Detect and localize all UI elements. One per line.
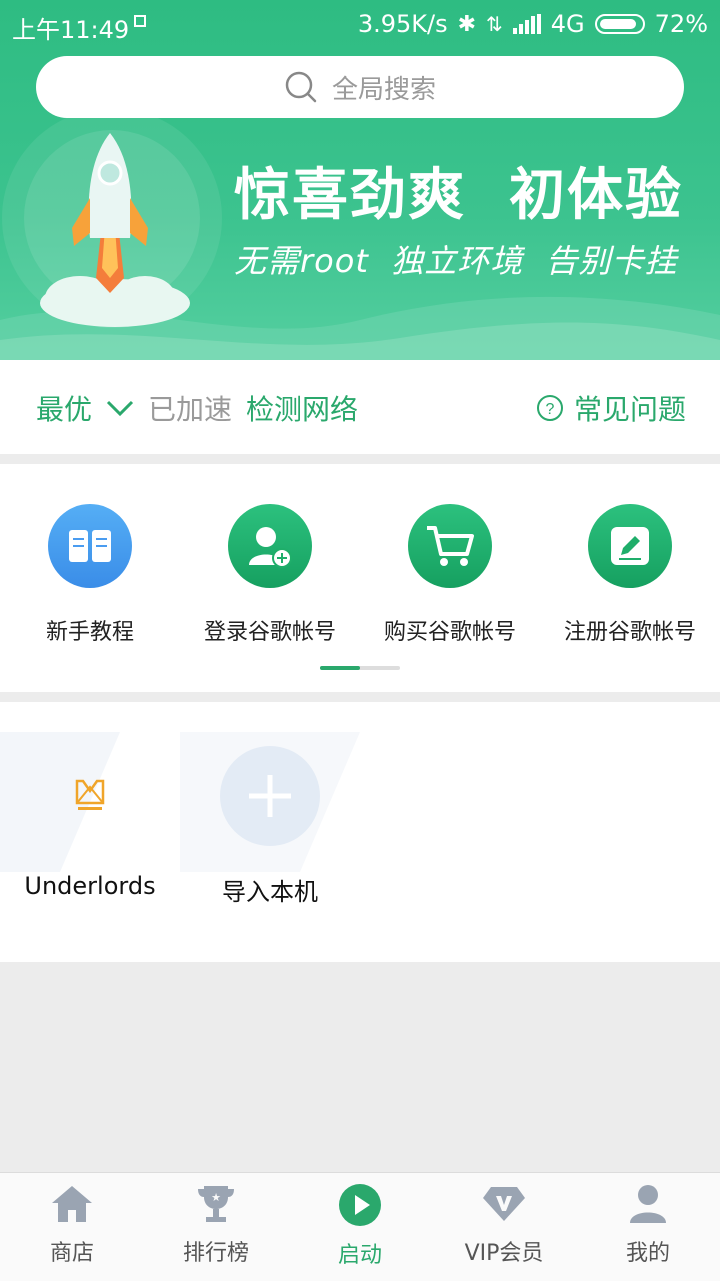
tile-login-google[interactable]: 登录谷歌帐号 bbox=[185, 504, 355, 646]
import-app-button[interactable]: 导入本机 bbox=[180, 746, 360, 907]
quick-actions: 新手教程 登录谷歌帐号 购买谷歌帐号 注册谷歌帐号 bbox=[0, 464, 720, 692]
nav-mine[interactable]: 我的 bbox=[576, 1183, 720, 1267]
detect-network-link[interactable]: 检测网络 bbox=[246, 388, 358, 428]
faq-link[interactable]: ? 常见问题 bbox=[536, 388, 686, 428]
faq-label: 常见问题 bbox=[574, 393, 687, 426]
page-indicator bbox=[320, 666, 400, 670]
search-bar[interactable]: 全局搜索 bbox=[36, 56, 684, 118]
edit-icon bbox=[588, 504, 672, 588]
nav-launch[interactable]: 启动 bbox=[288, 1183, 432, 1269]
nav-label: VIP会员 bbox=[464, 1241, 544, 1266]
nav-label: 我的 bbox=[625, 1241, 670, 1266]
bluetooth-icon: ✱ bbox=[457, 11, 477, 37]
person-icon bbox=[630, 1185, 666, 1223]
banner-title: 惊喜劲爽 初体验 bbox=[234, 163, 683, 228]
tile-label: 注册谷歌帐号 bbox=[563, 620, 696, 645]
bottom-nav: 商店 ★ 排行榜 启动 VIP会员 我的 bbox=[0, 1172, 720, 1281]
line-mode-label: 最优 bbox=[36, 393, 93, 426]
plus-icon bbox=[220, 746, 320, 846]
app-label: Underlords bbox=[24, 872, 156, 900]
status-bar: 上午11:49 3.95K/s ✱ ⇅ 4G 72% bbox=[0, 0, 720, 50]
tile-label: 新手教程 bbox=[45, 620, 134, 645]
tile-label: 购买谷歌帐号 bbox=[383, 620, 516, 645]
data-transfer-icon: ⇅ bbox=[486, 12, 503, 36]
chevron-down-icon bbox=[106, 400, 134, 417]
acceleration-bar: 最优 已加速 检测网络 ? 常见问题 bbox=[0, 360, 720, 454]
nav-label: 商店 bbox=[49, 1241, 94, 1266]
underlords-logo bbox=[40, 746, 140, 846]
app-underlords[interactable]: Underlords bbox=[0, 746, 180, 900]
book-icon bbox=[48, 504, 132, 588]
nav-label: 排行榜 bbox=[182, 1241, 249, 1266]
trophy-icon: ★ bbox=[198, 1186, 234, 1222]
tile-label: 登录谷歌帐号 bbox=[203, 620, 336, 645]
svg-text:?: ? bbox=[546, 401, 555, 418]
rocket-icon bbox=[40, 133, 190, 327]
user-add-icon bbox=[228, 504, 312, 588]
search-icon bbox=[285, 71, 317, 103]
battery-level: 72% bbox=[654, 10, 708, 38]
app-label: 导入本机 bbox=[222, 878, 318, 906]
cart-icon bbox=[408, 504, 492, 588]
network-type: 4G bbox=[550, 10, 585, 38]
play-icon bbox=[339, 1184, 381, 1226]
status-time: 上午11:49 bbox=[12, 16, 130, 44]
tile-buy-google[interactable]: 购买谷歌帐号 bbox=[365, 504, 535, 646]
network-speed: 3.95K/s bbox=[357, 10, 448, 38]
nav-ranking[interactable]: ★ 排行榜 bbox=[144, 1183, 288, 1267]
home-icon bbox=[52, 1186, 92, 1222]
battery-icon bbox=[594, 14, 645, 34]
diamond-icon bbox=[483, 1187, 525, 1221]
nav-vip[interactable]: VIP会员 bbox=[432, 1183, 576, 1267]
banner-subtitle: 无需root 独立环境 告别卡挂 bbox=[234, 242, 678, 280]
nav-store[interactable]: 商店 bbox=[0, 1183, 144, 1267]
nav-label: 启动 bbox=[337, 1243, 382, 1268]
line-mode-dropdown[interactable]: 最优 bbox=[36, 388, 134, 428]
tile-register-google[interactable]: 注册谷歌帐号 bbox=[545, 504, 715, 646]
signal-icon bbox=[512, 14, 541, 34]
header-banner: 上午11:49 3.95K/s ✱ ⇅ 4G 72% 全局搜索 惊喜劲爽 初体验… bbox=[0, 0, 720, 360]
accel-status: 已加速 bbox=[148, 393, 233, 426]
tile-tutorial[interactable]: 新手教程 bbox=[5, 504, 175, 646]
installed-apps: Underlords 导入本机 bbox=[0, 702, 720, 962]
sim-icon bbox=[134, 15, 146, 27]
help-icon: ? bbox=[537, 395, 563, 421]
search-placeholder: 全局搜索 bbox=[331, 74, 436, 105]
svg-text:★: ★ bbox=[211, 1191, 221, 1204]
